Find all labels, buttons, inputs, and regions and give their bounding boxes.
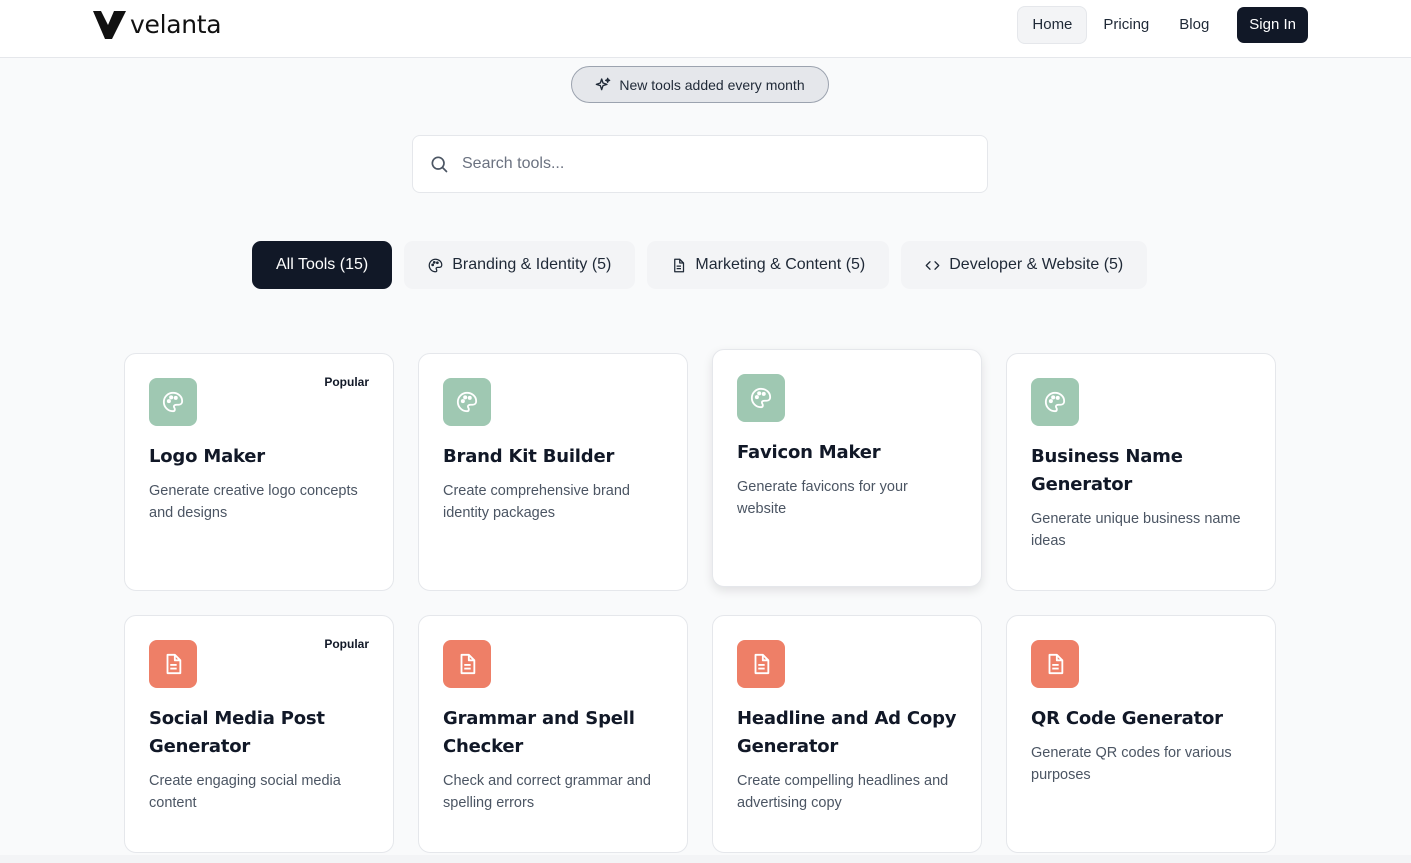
- badge-label: New tools added every month: [619, 76, 805, 93]
- palette-icon: [456, 391, 478, 413]
- document-icon: [754, 653, 770, 675]
- card-icon: [443, 378, 491, 426]
- document-icon: [460, 653, 476, 675]
- document-icon: [166, 653, 182, 675]
- site-header: velanta Home Pricing Blog Sign In: [0, 0, 1411, 58]
- card-title: Headline and Ad Copy Generator: [737, 708, 957, 757]
- card-icon: [1031, 640, 1079, 688]
- popular-badge: Popular: [324, 637, 369, 651]
- tool-card-brand-kit-builder[interactable]: Brand Kit Builder Create comprehensive b…: [418, 353, 688, 591]
- tool-card-favicon-maker[interactable]: Favicon Maker Generate favicons for your…: [712, 349, 982, 587]
- tool-card-qr-code-generator[interactable]: QR Code Generator Generate QR codes for …: [1006, 615, 1276, 853]
- tool-card-social-media-post-generator[interactable]: Popular Social Media Post Generator Crea…: [124, 615, 394, 853]
- card-icon: [149, 640, 197, 688]
- search-box[interactable]: [412, 135, 988, 193]
- tab-label: Branding & Identity (5): [452, 256, 612, 273]
- card-title: Social Media Post Generator: [149, 708, 325, 757]
- tab-branding-identity[interactable]: Branding & Identity (5): [404, 241, 636, 289]
- card-description: Check and correct grammar and spelling e…: [443, 773, 651, 811]
- card-description: Generate QR codes for various purposes: [1031, 745, 1232, 783]
- card-description: Generate creative logo concepts and desi…: [149, 483, 358, 521]
- card-description: Create compelling headlines and advertis…: [737, 773, 949, 811]
- card-description: Create comprehensive brand identity pack…: [443, 483, 630, 521]
- tab-label: Marketing & Content (5): [695, 256, 866, 273]
- tool-card-business-name-generator[interactable]: Business Name Generator Generate unique …: [1006, 353, 1276, 591]
- card-title: Business Name Generator: [1031, 446, 1183, 495]
- tab-label: All Tools (15): [276, 256, 369, 273]
- palette-icon: [1044, 391, 1066, 413]
- category-tabs: All Tools (15) Branding & Identity (5) M…: [252, 241, 1148, 289]
- card-icon: [1031, 378, 1079, 426]
- card-title: Brand Kit Builder: [443, 446, 615, 467]
- palette-icon: [428, 258, 443, 272]
- tab-all-tools[interactable]: All Tools (15): [252, 241, 393, 289]
- card-title: Grammar and Spell Checker: [443, 708, 635, 757]
- nav-home[interactable]: Home: [1017, 6, 1088, 44]
- main-nav: Home Pricing Blog Sign In: [1015, 6, 1308, 44]
- search-input[interactable]: [462, 155, 942, 173]
- tool-card-grammar-spell-checker[interactable]: Grammar and Spell Checker Check and corr…: [418, 615, 688, 853]
- card-icon: [737, 374, 785, 422]
- tab-marketing-content[interactable]: Marketing & Content (5): [647, 241, 890, 289]
- card-title: Logo Maker: [149, 446, 265, 467]
- page-bottom-edge: [0, 855, 1411, 863]
- code-icon: [925, 260, 940, 270]
- nav-pricing[interactable]: Pricing: [1089, 6, 1163, 44]
- card-icon: [737, 640, 785, 688]
- new-tools-badge: New tools added every month: [571, 66, 829, 103]
- brand-logo[interactable]: velanta: [92, 8, 222, 42]
- card-title: QR Code Generator: [1031, 708, 1223, 729]
- card-description: Generate unique business name ideas: [1031, 511, 1241, 549]
- palette-icon: [750, 387, 772, 409]
- palette-icon: [162, 391, 184, 413]
- tab-developer-website[interactable]: Developer & Website (5): [901, 241, 1148, 289]
- brand-name: velanta: [130, 9, 222, 39]
- tool-card-headline-ad-copy-generator[interactable]: Headline and Ad Copy Generator Create co…: [712, 615, 982, 853]
- tool-card-logo-maker[interactable]: Popular Logo Maker Generate creative log…: [124, 353, 394, 591]
- card-description: Generate favicons for your website: [737, 479, 908, 517]
- document-icon: [674, 258, 685, 272]
- search-icon: [431, 156, 448, 173]
- nav-blog[interactable]: Blog: [1165, 6, 1223, 44]
- tab-label: Developer & Website (5): [949, 256, 1124, 273]
- velanta-logo-icon: [93, 11, 126, 39]
- sign-in-button[interactable]: Sign In: [1237, 7, 1308, 43]
- document-icon: [1048, 653, 1064, 675]
- popular-badge: Popular: [324, 375, 369, 389]
- card-icon: [443, 640, 491, 688]
- card-description: Create engaging social media content: [149, 773, 341, 811]
- sparkles-icon: [596, 77, 611, 90]
- card-icon: [149, 378, 197, 426]
- card-title: Favicon Maker: [737, 442, 881, 463]
